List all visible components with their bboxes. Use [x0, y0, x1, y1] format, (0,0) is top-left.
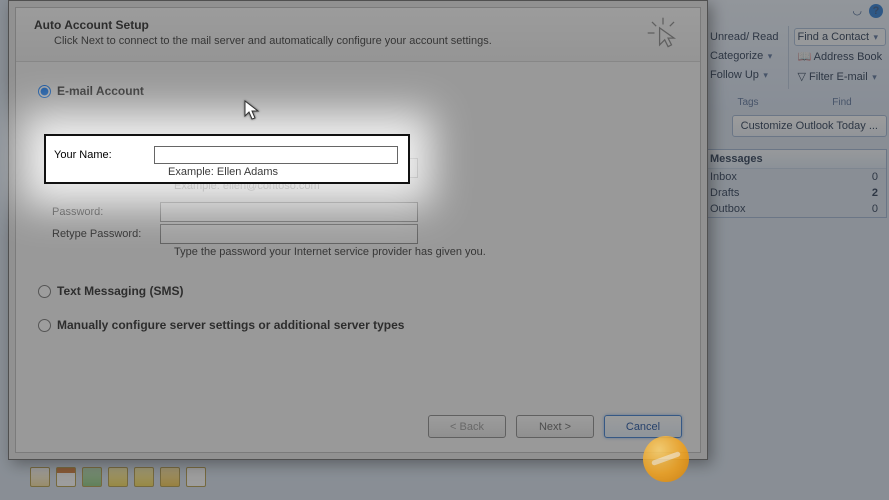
- messages-row-inbox[interactable]: Inbox0: [702, 169, 886, 185]
- dialog-button-bar: < Back Next > Cancel: [428, 415, 682, 438]
- your-name-hint: Example: Ellen Adams: [168, 166, 400, 178]
- chevron-down-icon: ▾: [871, 32, 878, 42]
- your-name-input[interactable]: [154, 146, 398, 164]
- folders-icon[interactable]: [160, 467, 180, 487]
- retype-password-input[interactable]: [160, 224, 418, 244]
- ribbon-group-tags: Unread/ Read Categorize ▾ Follow Up ▾: [701, 26, 789, 89]
- categorize-button[interactable]: Categorize ▾: [706, 47, 783, 65]
- watermark-icon: [643, 436, 689, 482]
- ribbon-group-find: Find a Contact ▾ 📖 Address Book ▽ Filter…: [789, 26, 889, 89]
- notes-icon[interactable]: [134, 467, 154, 487]
- radio-sms[interactable]: Text Messaging (SMS): [38, 284, 678, 298]
- calendar-icon[interactable]: [56, 467, 76, 487]
- outlook-today-right-panel: Customize Outlook Today ... Messages Inb…: [701, 115, 887, 218]
- address-book-button[interactable]: 📖 Address Book: [794, 47, 887, 66]
- window-caption-buttons: ◡ ?: [848, 4, 883, 18]
- dialog-header: Auto Account Setup Click Next to connect…: [16, 8, 700, 62]
- minimize-ribbon-icon[interactable]: ◡: [852, 5, 862, 17]
- people-icon[interactable]: [82, 467, 102, 487]
- add-account-dialog: Auto Account Setup Click Next to connect…: [8, 0, 708, 460]
- your-name-spotlight: Your Name: Example: Ellen Adams: [44, 134, 410, 184]
- radio-email-account[interactable]: E-mail Account: [38, 84, 678, 98]
- messages-row-drafts[interactable]: Drafts2: [702, 185, 886, 201]
- dialog-title: Auto Account Setup: [34, 18, 682, 32]
- wizard-cursor-icon: [646, 16, 680, 50]
- shortcuts-icon[interactable]: [186, 467, 206, 487]
- chevron-down-icon: ▾: [761, 70, 768, 80]
- filter-email-button[interactable]: ▽ Filter E-mail ▾: [794, 67, 887, 86]
- ribbon-right-section: ◡ ? Unread/ Read Categorize ▾ Follow Up …: [701, 0, 889, 110]
- tasks-icon[interactable]: [108, 467, 128, 487]
- ribbon-group-label-find: Find: [795, 97, 889, 108]
- password-hint: Type the password your Internet service …: [174, 246, 678, 258]
- navigation-bar: [30, 464, 206, 490]
- next-button[interactable]: Next >: [516, 415, 594, 438]
- dialog-subtitle: Click Next to connect to the mail server…: [54, 35, 682, 47]
- radio-manual[interactable]: Manually configure server settings or ad…: [38, 318, 678, 332]
- messages-row-outbox[interactable]: Outbox0: [702, 201, 886, 217]
- password-label: Password:: [52, 206, 160, 218]
- password-input[interactable]: [160, 202, 418, 222]
- radio-manual-input[interactable]: [38, 319, 51, 332]
- your-name-label: Your Name:: [54, 149, 154, 161]
- back-button[interactable]: < Back: [428, 415, 506, 438]
- radio-sms-input[interactable]: [38, 285, 51, 298]
- follow-up-button[interactable]: Follow Up ▾: [706, 66, 783, 84]
- messages-panel: Messages Inbox0 Drafts2 Outbox0: [701, 149, 887, 218]
- find-contact-input[interactable]: Find a Contact ▾: [794, 28, 887, 46]
- ribbon-group-label-tags: Tags: [701, 97, 795, 108]
- chevron-down-icon: ▾: [870, 72, 877, 82]
- messages-header: Messages: [702, 150, 886, 169]
- chevron-down-icon: ▾: [765, 51, 772, 61]
- retype-password-field-row: Retype Password:: [52, 224, 678, 244]
- radio-email-account-input[interactable]: [38, 85, 51, 98]
- help-icon[interactable]: ?: [869, 4, 883, 18]
- cancel-button[interactable]: Cancel: [604, 415, 682, 438]
- mail-icon[interactable]: [30, 467, 50, 487]
- password-field-row: Password:: [52, 202, 678, 222]
- retype-password-label: Retype Password:: [52, 228, 160, 240]
- customize-outlook-today-button[interactable]: Customize Outlook Today ...: [732, 115, 887, 137]
- your-name-field-row: Your Name:: [54, 146, 400, 164]
- unread-read-button[interactable]: Unread/ Read: [706, 28, 783, 46]
